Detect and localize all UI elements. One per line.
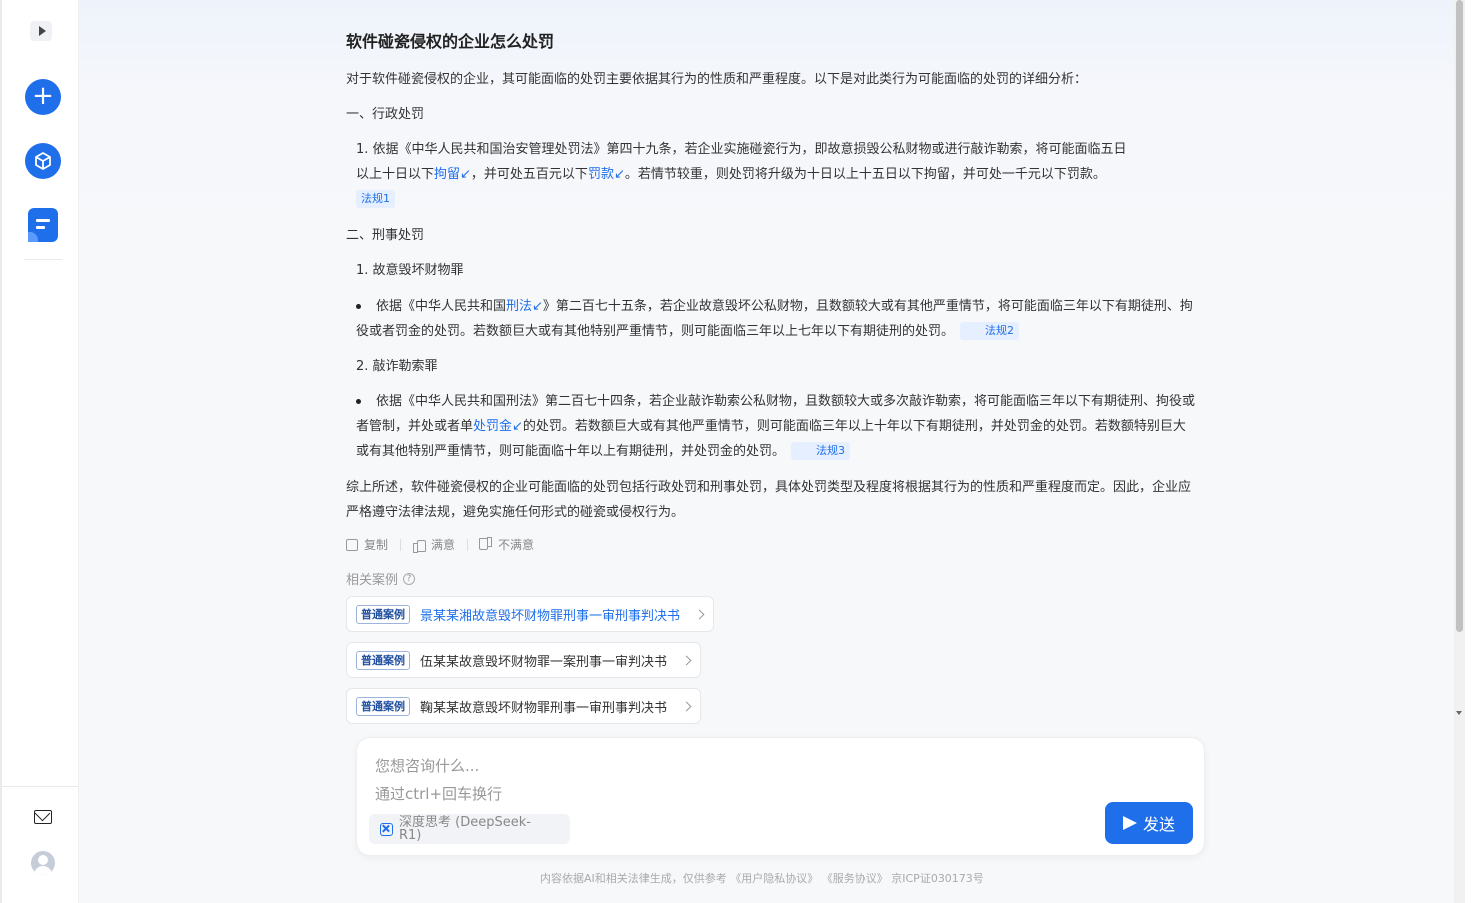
action-divider (400, 538, 402, 551)
bullet-dot (356, 304, 361, 309)
send-icon (1122, 816, 1137, 830)
related-case-card[interactable]: 普通案例 鞠某某故意毁坏财物罪刑事一审刑事判决书 (346, 688, 702, 724)
case-name: 景某某湘故意毁坏财物罪刑事一审刑事判决书 (420, 608, 681, 624)
help-icon[interactable]: ? (403, 572, 416, 585)
send-label: 发送 (1142, 815, 1175, 834)
chat-input[interactable]: 您想咨询什么... 通过ctrl+回车换行 (375, 752, 502, 808)
user-avatar-icon[interactable] (31, 851, 55, 875)
regulation-tag-1[interactable]: 法规1 (356, 190, 395, 208)
item1-text-c: 。若情节较重，则处罚将升级为十日以上十五日以下拘留，并可处一千元以下罚款。 (624, 167, 1106, 182)
footer-disclaimer: 内容依据AI和相关法律生成，仅供参考 《用户隐私协议》 《服务协议》 京ICP证… (540, 872, 984, 885)
item1-text-a: 以上十日以下 (356, 167, 435, 182)
chevron-right-icon (681, 701, 692, 711)
link-criminal-law[interactable]: 刑法↙ (506, 299, 543, 314)
related-cases-title: 相关案例 ? (346, 569, 416, 588)
bullet-extortion: 依据《中华人民共和国刑法》第二百七十四条，若企业敲诈勒索公私财物，且数额较大或多… (356, 389, 1198, 464)
item1-tag-row: 法规1 (350, 187, 1192, 212)
link-fine-only[interactable]: 处罚金↙ (473, 419, 523, 434)
scroll-down-arrow-icon[interactable] (1456, 711, 1462, 715)
sidebar-divider (24, 259, 62, 260)
item1-text-b: ，并可处五百元以下 (470, 167, 588, 182)
section-administrative: 一、行政处罚 (346, 107, 425, 122)
plus-icon: + (32, 81, 54, 111)
cube-icon (35, 152, 51, 170)
new-chat-button[interactable]: + (25, 79, 61, 115)
question-title: 软件碰瓷侵权的企业怎么处罚 (346, 32, 555, 51)
action-divider (467, 538, 469, 551)
mail-icon[interactable] (34, 810, 52, 824)
bullet-dot (356, 399, 361, 404)
chat-input-box[interactable]: 您想咨询什么... 通过ctrl+回车换行 深度思考 (DeepSeek-R1)… (356, 737, 1205, 856)
related-title-label: 相关案例 (346, 573, 399, 588)
copy-icon (346, 538, 358, 551)
send-button[interactable]: 发送 (1105, 802, 1193, 844)
answer-summary: 综上所述，软件碰瓷侵权的企业可能面临的处罚包括行政处罚和刑事处罚，具体处罚类型及… (346, 480, 1192, 520)
like-label: 满意 (431, 538, 456, 552)
deep-think-toggle[interactable]: 深度思考 (DeepSeek-R1) (369, 814, 570, 844)
case-name: 鞠某某故意毁坏财物罪刑事一审刑事判决书 (420, 700, 668, 716)
chevron-right-icon (681, 655, 692, 665)
dislike-button[interactable]: 不满意 (480, 536, 534, 553)
sub-extortion: 2. 敲诈勒索罪 (356, 359, 438, 374)
thumb-down-icon (480, 539, 492, 551)
scrollbar[interactable] (1454, 0, 1465, 903)
copy-button[interactable]: 复制 (346, 536, 388, 553)
document-icon[interactable] (28, 208, 58, 242)
deep-think-label: 深度思考 (DeepSeek-R1) (399, 815, 531, 843)
answer-actions: 复制 满意 不满意 (346, 536, 534, 553)
sidebar: + (0, 0, 81, 903)
cube-button[interactable] (25, 143, 61, 179)
item1-line1: 1. 依据《中华人民共和国治安管理处罚法》第四十九条，若企业实施碰瓷行为，即故意… (356, 142, 1127, 157)
related-case-card[interactable]: 普通案例 伍某某故意毁坏财物罪一案刑事一审判决书 (346, 642, 702, 678)
copy-label: 复制 (364, 538, 389, 552)
bullet1-text-a: 依据《中华人民共和国 (376, 299, 507, 314)
link-fine[interactable]: 罚款↙ (588, 167, 625, 182)
sidebar-bottom-divider (2, 786, 81, 787)
case-badge: 普通案例 (356, 696, 410, 716)
like-button[interactable]: 满意 (413, 536, 455, 553)
answer-intro: 对于软件碰瓷侵权的企业，其可能面临的处罚主要依据其行为的性质和严重程度。以下是对… (346, 72, 1088, 87)
case-badge: 普通案例 (356, 650, 410, 670)
chevron-right-icon (694, 609, 705, 619)
scrollbar-thumb[interactable] (1456, 0, 1463, 632)
bullet-property-damage: 依据《中华人民共和国刑法↙》第二百七十五条，若企业故意毁坏公私财物，且数额较大或… (356, 294, 1198, 344)
deep-think-icon (380, 822, 393, 836)
regulation-tag-2[interactable]: 法规2 (960, 322, 1020, 340)
related-case-card[interactable]: 普通案例 景某某湘故意毁坏财物罪刑事一审刑事判决书 (346, 596, 715, 632)
link-detention[interactable]: 拘留↙ (434, 167, 471, 182)
dislike-label: 不满意 (498, 538, 535, 552)
item1-line2: 以上十日以下拘留↙，并可处五百元以下罚款↙。若情节较重，则处罚将升级为十日以上十… (356, 162, 1198, 187)
thumb-up-icon (413, 539, 427, 553)
sidebar-toggle-icon[interactable] (30, 21, 52, 41)
sub-property-damage: 1. 故意毁坏财物罪 (356, 263, 464, 278)
case-name: 伍某某故意毁坏财物罪一案刑事一审判决书 (420, 654, 668, 670)
regulation-tag-3[interactable]: 法规3 (791, 442, 851, 460)
case-badge: 普通案例 (356, 604, 410, 624)
section-criminal: 二、刑事处罚 (346, 228, 425, 243)
